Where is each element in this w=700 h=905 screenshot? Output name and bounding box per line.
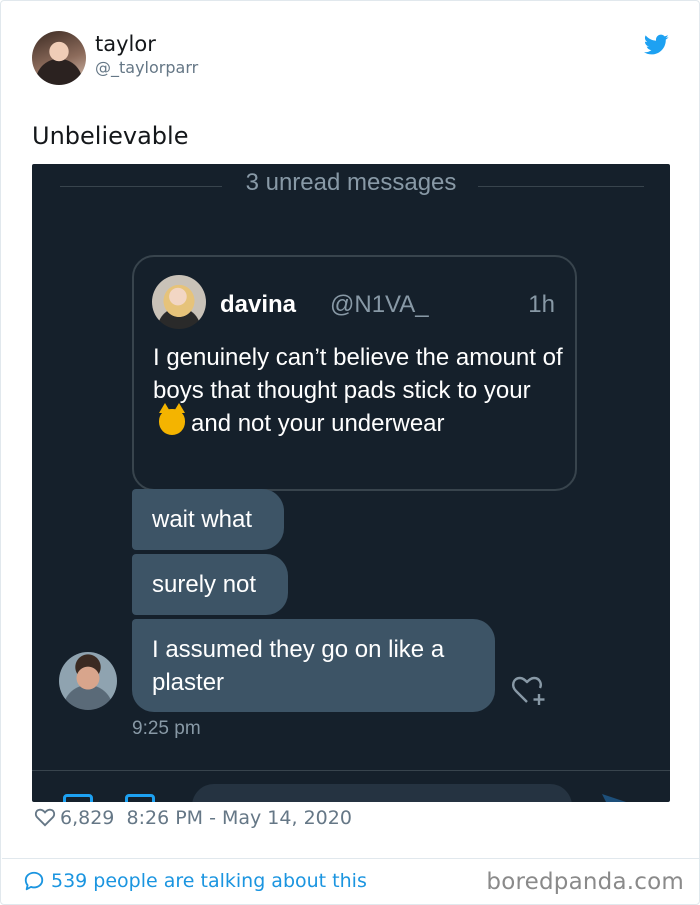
- quoted-text: I genuinely can’t believe the amount of …: [153, 341, 563, 440]
- talking-text[interactable]: 539 people are talking about this: [51, 870, 367, 892]
- composer-divider: [32, 770, 670, 771]
- speech-bubble-icon: [24, 871, 44, 891]
- quoted-tweet: davina @N1VA_ 1h I genuinely can’t belie…: [132, 255, 577, 491]
- message-input: [192, 784, 572, 802]
- quoted-avatar: [152, 275, 206, 329]
- quoted-text-part1: I genuinely can’t believe the amount of …: [153, 344, 563, 404]
- message-bubble: I assumed they go on like a plaster: [132, 619, 495, 712]
- tweet-card: taylor @_taylorparr Unbelievable 3 unrea…: [0, 0, 700, 905]
- quoted-text-part2: and not your underwear: [191, 410, 445, 437]
- send-icon: [602, 794, 626, 802]
- talking-link[interactable]: 539 people are talking about this: [23, 870, 367, 892]
- quoted-time: 1h: [528, 291, 555, 318]
- message-bubble: wait what: [132, 489, 284, 550]
- cat-face-emoji: [159, 403, 185, 435]
- quoted-name: davina: [220, 291, 297, 318]
- author-avatar[interactable]: [32, 31, 86, 85]
- message-bubble: surely not: [132, 554, 288, 615]
- quoted-handle: @N1VA_: [330, 291, 429, 318]
- message-time: 9:25 pm: [132, 718, 201, 739]
- author-name[interactable]: taylor: [95, 32, 156, 56]
- twitter-bird-icon[interactable]: [644, 34, 669, 56]
- heart-outline-icon[interactable]: [34, 807, 56, 827]
- gif-icon: [125, 794, 155, 802]
- heart-add-icon: [512, 676, 545, 705]
- tweet-text: Unbelievable: [32, 122, 189, 150]
- tweet-meta: 6,829 8:26 PM - May 14, 2020: [34, 807, 352, 829]
- sender-avatar: [59, 652, 117, 710]
- like-count[interactable]: 6,829: [60, 807, 114, 829]
- unread-label: 3 unread messages: [245, 169, 457, 196]
- dm-screenshot[interactable]: 3 unread messages davina @N1VA_ 1h I gen…: [32, 164, 670, 802]
- watermark: boredpanda.com: [486, 869, 684, 895]
- footer-divider: [2, 858, 700, 859]
- media-icon: [63, 794, 93, 802]
- author-handle[interactable]: @_taylorparr: [95, 58, 198, 77]
- tweet-timestamp[interactable]: 8:26 PM - May 14, 2020: [127, 807, 352, 829]
